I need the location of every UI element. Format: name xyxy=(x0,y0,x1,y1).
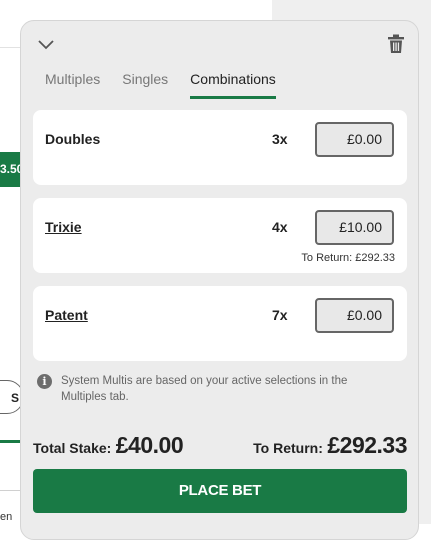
bet-slip-panel: Multiples Singles Combinations Doubles 3… xyxy=(20,20,419,540)
stake-input[interactable]: £0.00 xyxy=(315,122,394,157)
stake-input[interactable]: £10.00 xyxy=(315,210,394,245)
background-price-label: 3.50 xyxy=(0,162,22,176)
bet-multiplier: 7x xyxy=(272,307,288,323)
bet-name: Doubles xyxy=(45,131,101,147)
stake-input[interactable]: £0.00 xyxy=(315,298,394,333)
bet-name-link[interactable]: Trixie xyxy=(45,219,82,235)
total-stake-value: £40.00 xyxy=(115,432,184,458)
bet-multiplier: 3x xyxy=(272,131,288,147)
bet-card-doubles: Doubles 3x £0.00 xyxy=(33,110,407,185)
bet-name-link[interactable]: Patent xyxy=(45,307,88,323)
to-return-label: To Return: xyxy=(253,440,323,456)
tab-combinations[interactable]: Combinations xyxy=(190,71,276,99)
totals-row: Total Stake: £40.00 To Return: £292.33 xyxy=(33,429,407,459)
bet-to-return: To Return: £292.33 xyxy=(301,252,395,264)
total-stake-label: Total Stake: xyxy=(33,440,112,456)
info-text: System Multis are based on your active s… xyxy=(61,375,348,403)
bet-card-trixie: Trixie 4x £10.00 To Return: £292.33 xyxy=(33,198,407,273)
background-pill-label: S xyxy=(10,391,19,405)
bet-multiplier: 4x xyxy=(272,219,288,235)
tab-multiples[interactable]: Multiples xyxy=(45,71,100,99)
total-stake: Total Stake: £40.00 xyxy=(33,432,184,459)
total-return: To Return: £292.33 xyxy=(253,432,407,459)
background-tab-underline xyxy=(0,440,22,443)
info-icon: i xyxy=(37,374,52,389)
bet-card-patent: Patent 7x £0.00 xyxy=(33,286,407,361)
background-divider-2 xyxy=(0,490,22,491)
to-return-value: £292.33 xyxy=(327,432,407,458)
trash-icon[interactable] xyxy=(387,34,405,54)
bet-type-tabs: Multiples Singles Combinations xyxy=(45,71,298,99)
place-bet-button[interactable]: PLACE BET xyxy=(33,469,407,513)
chevron-down-icon[interactable] xyxy=(37,35,55,53)
background-price-button[interactable]: 3.50 xyxy=(0,152,22,187)
background-text: en xyxy=(0,511,13,523)
tab-singles[interactable]: Singles xyxy=(122,71,168,99)
